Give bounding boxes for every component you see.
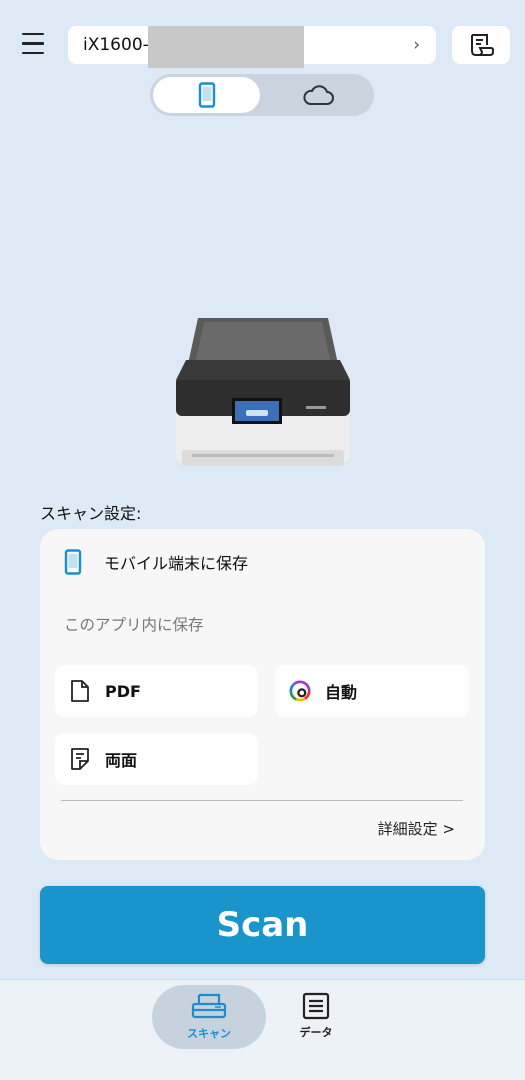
settings-card: モバイル端末に保存 このアプリ内に保存 PDF 自動 両面 詳細設定 > xyxy=(40,529,485,860)
smartphone-icon xyxy=(198,82,215,108)
file-icon xyxy=(69,679,91,703)
divider xyxy=(61,800,463,801)
scan-side-chip[interactable]: 両面 xyxy=(55,733,258,785)
nav-item-scan[interactable]: スキャン xyxy=(152,985,266,1049)
receipt-button[interactable] xyxy=(452,26,510,64)
chevron-right-icon: › xyxy=(413,35,420,55)
scan-screen: iX1600- › スキャン設定: モバイル端末に保存 このアプリ内に保存 PD… xyxy=(0,0,525,1080)
nav-label-scan: スキャン xyxy=(187,1027,231,1040)
scanner-icon xyxy=(191,993,227,1019)
file-format-chip[interactable]: PDF xyxy=(55,665,258,717)
color-palette-icon xyxy=(289,679,311,703)
cloud-icon xyxy=(303,85,334,105)
color-mode-chip[interactable]: 自動 xyxy=(275,665,469,717)
color-mode-label: 自動 xyxy=(325,683,358,702)
scan-settings-label: スキャン設定: xyxy=(40,504,142,523)
document-list-icon xyxy=(302,992,330,1020)
destination-toggle xyxy=(150,74,374,116)
nav-label-data: データ xyxy=(299,1026,333,1039)
redacted-area xyxy=(148,26,304,68)
device-name: iX1600- xyxy=(83,35,149,55)
toggle-cloud[interactable] xyxy=(264,77,371,113)
scan-side-label: 両面 xyxy=(105,751,138,770)
advanced-settings-link[interactable]: 詳細設定 > xyxy=(378,818,455,839)
nav-item-data[interactable]: データ xyxy=(286,992,346,1052)
receipt-icon xyxy=(471,34,494,56)
save-destination-row[interactable]: モバイル端末に保存 xyxy=(64,549,248,575)
duplex-icon xyxy=(69,747,91,771)
smartphone-icon xyxy=(64,549,82,575)
scanner-image xyxy=(176,318,350,466)
save-destination-label: モバイル端末に保存 xyxy=(104,554,249,573)
file-format-label: PDF xyxy=(105,681,141,701)
scan-button[interactable]: Scan xyxy=(40,886,485,964)
toggle-mobile[interactable] xyxy=(153,77,260,113)
bottom-nav: スキャン データ xyxy=(0,979,525,1080)
hamburger-icon[interactable] xyxy=(20,33,50,59)
device-selector[interactable]: iX1600- › xyxy=(68,26,436,68)
save-subtext: このアプリ内に保存 xyxy=(64,616,204,634)
